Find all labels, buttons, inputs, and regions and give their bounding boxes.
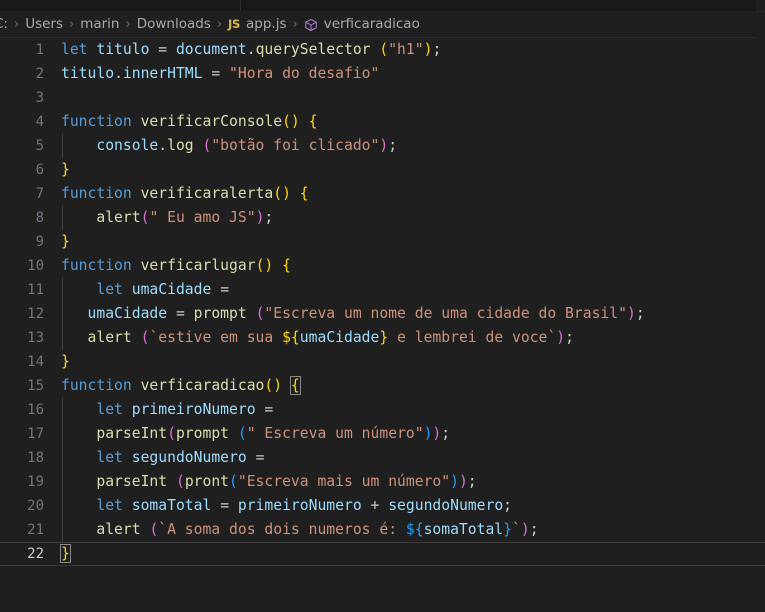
code-line-text: } [60, 543, 71, 565]
code-line-text: let umaCidade = [96, 281, 230, 298]
code-line-text: alert (`A soma dos dois numeros é: ${som… [96, 521, 539, 538]
breadcrumb-separator-icon: › [69, 16, 75, 32]
code-line-text: } [61, 161, 70, 178]
breadcrumb-separator-icon: › [216, 16, 223, 32]
code-line[interactable]: 7 function verificaralerta() { [0, 182, 765, 206]
line-number: 12 [27, 306, 44, 322]
breadcrumb-separator-icon: › [125, 16, 131, 32]
code-line[interactable]: 20 let somaTotal = primeiroNumero + segu… [0, 494, 765, 518]
line-number: 9 [35, 234, 44, 250]
line-number: 16 [27, 402, 44, 418]
line-number: 17 [27, 426, 44, 442]
line-number: 15 [27, 378, 44, 394]
breadcrumb-label: verficaradicao [323, 16, 420, 32]
line-number: 21 [27, 522, 44, 538]
code-line-text: function verficaradicao() { [61, 376, 301, 395]
code-line[interactable]: 3 [0, 86, 765, 110]
breadcrumb-label: marin [80, 16, 120, 32]
line-number: 2 [35, 66, 44, 82]
line-number: 20 [27, 498, 44, 514]
line-number: 1 [35, 42, 44, 58]
code-line[interactable]: 11 let umaCidade = [0, 278, 765, 302]
line-number: 5 [35, 138, 44, 154]
line-number: 7 [35, 186, 44, 202]
code-line-text: let segundoNumero = [96, 449, 265, 466]
breadcrumb-item-marin[interactable]: marin [79, 16, 120, 32]
line-number: 8 [35, 210, 44, 226]
breadcrumb-item-downloads[interactable]: Downloads [136, 16, 212, 32]
code-line-text: function verificarConsole() { [61, 113, 318, 130]
breadcrumb-label: Downloads [136, 16, 211, 32]
line-number: 4 [35, 114, 44, 130]
code-line[interactable]: 12 umaCidade = prompt ("Escreva um nome … [0, 302, 765, 326]
line-number: 11 [27, 282, 44, 298]
code-line[interactable]: 19 parseInt (pront("Escreva mais um núme… [0, 470, 765, 494]
matching-bracket-highlight: { [289, 376, 301, 395]
line-number: 14 [27, 354, 44, 370]
line-number: 10 [27, 258, 44, 274]
code-line[interactable]: 21 alert (`A soma dos dois numeros é: ${… [0, 518, 765, 542]
code-line-text: function verificaralerta() { [61, 185, 309, 202]
code-line[interactable]: 17 parseInt(prompt (" Escreva um número"… [0, 422, 765, 446]
code-line-text: let somaTotal = primeiroNumero + segundo… [96, 497, 513, 514]
line-number: 22 [27, 546, 44, 562]
line-number: 13 [27, 330, 44, 346]
tab-strip-end-cap [756, 0, 765, 11]
code-line-text: console.log ("botão foi clicado"); [96, 137, 398, 154]
code-line[interactable]: 4 function verificarConsole() { [0, 110, 765, 134]
code-line-active[interactable]: 22 } [0, 542, 765, 566]
line-number: 3 [35, 90, 44, 106]
code-line-text: } [61, 233, 70, 250]
line-number: 19 [27, 474, 44, 490]
code-line[interactable]: 16 let primeiroNumero = [0, 398, 765, 422]
code-line-text: titulo.innerHTML = "Hora do desafio" [61, 65, 380, 82]
breadcrumb-label: C: [0, 16, 8, 32]
code-line-text: umaCidade = prompt ("Escreva um nome de … [87, 305, 645, 322]
code-line[interactable]: 5 console.log ("botão foi clicado"); [0, 134, 765, 158]
line-number: 6 [35, 162, 44, 178]
code-line-text: let primeiroNumero = [96, 401, 274, 418]
code-line-text: parseInt(prompt (" Escreva um número")); [96, 425, 451, 442]
code-line[interactable]: 13 alert (`estive em sua ${umaCidade} e … [0, 326, 765, 350]
code-line-text: alert(" Eu amo JS"); [96, 209, 274, 226]
breadcrumb-item-users[interactable]: Users [24, 16, 64, 32]
breadcrumb-label: Users [25, 16, 63, 32]
line-number: 18 [27, 450, 44, 466]
code-line[interactable]: 14 } [0, 350, 765, 374]
breadcrumb-separator-icon: › [13, 16, 20, 32]
code-line[interactable]: 1 let titulo = document.querySelector ("… [0, 38, 765, 62]
code-line-text: alert (`estive em sua ${umaCidade} e lem… [87, 329, 574, 346]
code-line[interactable]: 10 function verficarlugar() { [0, 254, 765, 278]
breadcrumb-item-file[interactable]: JS app.js [227, 16, 287, 32]
breadcrumb-separator-icon: › [292, 16, 298, 32]
code-line[interactable]: 9 } [0, 230, 765, 254]
breadcrumb-item-symbol[interactable]: verficaradicao [303, 16, 421, 32]
breadcrumb: C: › Users › marin › Downloads › JS app.… [0, 11, 756, 38]
js-file-icon: JS [228, 17, 240, 31]
code-line[interactable]: 15 function verficaradicao() { [0, 374, 765, 398]
code-line[interactable]: 18 let segundoNumero = [0, 446, 765, 470]
matching-bracket-highlight: } [60, 544, 71, 563]
code-line[interactable]: 8 alert(" Eu amo JS"); [0, 206, 765, 230]
code-editor[interactable]: 1 let titulo = document.querySelector ("… [0, 38, 765, 612]
breadcrumb-item-drive[interactable]: C: [0, 16, 9, 32]
code-line[interactable]: 2 titulo.innerHTML = "Hora do desafio" [0, 62, 765, 86]
tab-divider [240, 0, 241, 11]
code-line-text: parseInt (pront("Escreva mais um número"… [96, 473, 477, 490]
breadcrumb-label: app.js [246, 16, 287, 32]
code-line-text: } [61, 353, 70, 370]
symbol-method-icon [304, 18, 318, 32]
code-line-text: function verficarlugar() { [61, 257, 291, 274]
code-line[interactable]: 6 } [0, 158, 765, 182]
code-line-text: let titulo = document.querySelector ("h1… [61, 41, 442, 58]
